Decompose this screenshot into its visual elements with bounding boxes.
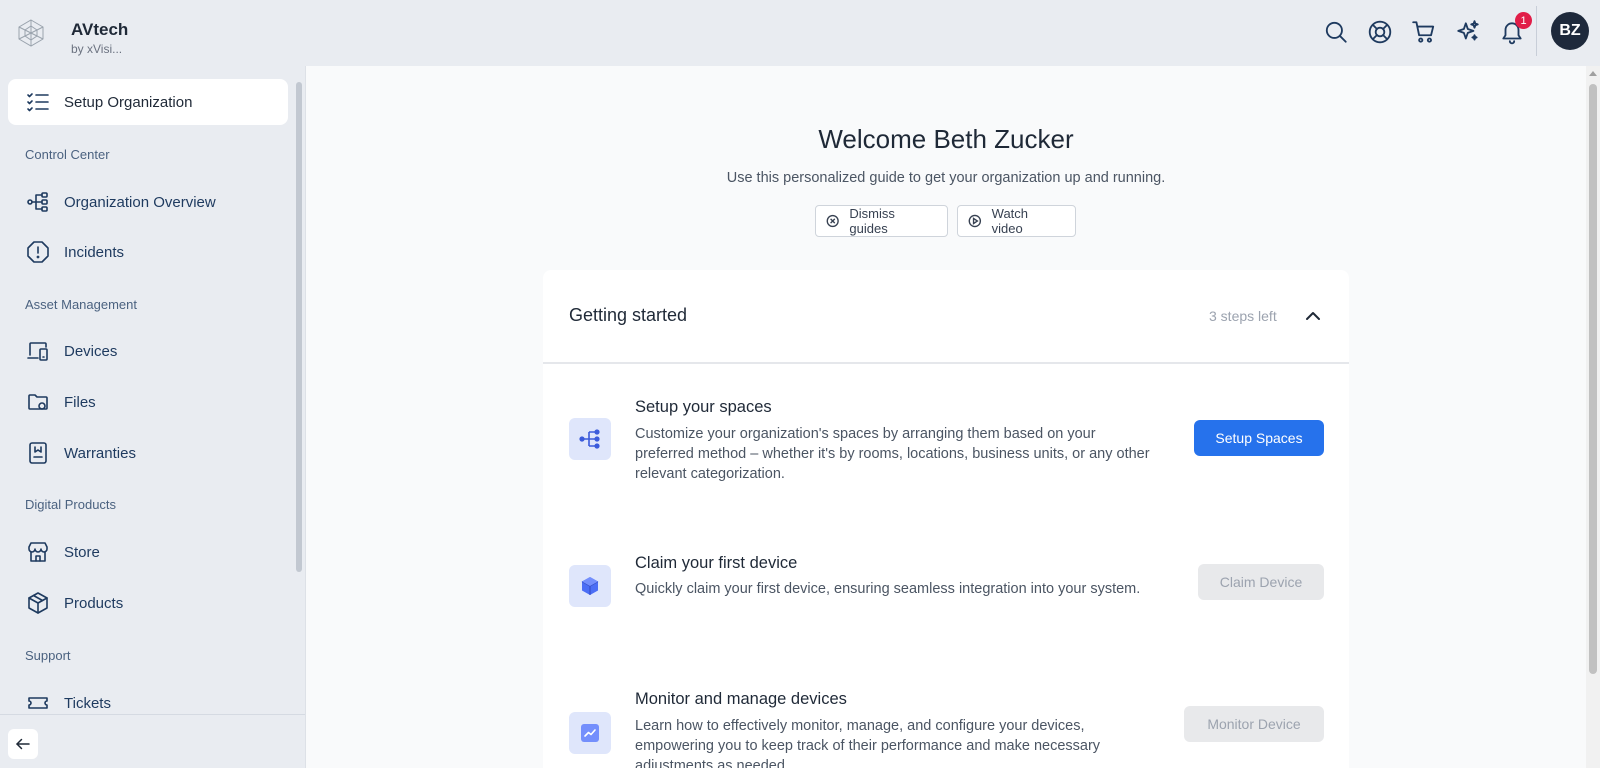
cart-icon[interactable] <box>1408 16 1440 48</box>
sidebar-item-label: Tickets <box>64 694 111 712</box>
help-lifebuoy-icon[interactable] <box>1364 16 1396 48</box>
step-title: Claim your first device <box>635 554 798 572</box>
getting-started-header[interactable]: Getting started 3 steps left <box>543 270 1349 364</box>
monitor-device-button[interactable]: Monitor Device <box>1184 706 1324 742</box>
folder-icon <box>28 394 48 410</box>
sidebar-item-store[interactable]: Store <box>8 529 288 575</box>
sidebar-section-title: Support <box>25 648 71 663</box>
chevron-up-icon[interactable] <box>1303 306 1323 326</box>
sidebar-item-products[interactable]: Products <box>8 580 288 626</box>
device-cube-icon <box>569 565 611 607</box>
watch-video-button[interactable]: Watch video <box>957 205 1076 237</box>
notification-badge: 1 <box>1515 12 1532 29</box>
sidebar-item-warranties[interactable]: Warranties <box>8 430 288 476</box>
claim-device-button[interactable]: Claim Device <box>1198 564 1324 600</box>
steps-left-count: 3 steps left <box>1209 308 1277 324</box>
store-icon <box>28 542 48 562</box>
page-title: Welcome Beth Zucker <box>818 124 1074 154</box>
sidebar-section-title: Control Center <box>25 147 110 162</box>
sidebar-item-setup-organization[interactable]: Setup Organization <box>8 79 288 125</box>
step-title: Setup your spaces <box>635 398 772 416</box>
sidebar-nav: Setup Organization Control Center Organi… <box>0 66 290 714</box>
play-circle-icon <box>968 214 982 228</box>
sidebar-item-files[interactable]: Files <box>8 379 288 425</box>
trend-chart-icon <box>569 712 611 754</box>
getting-started-card: Getting started 3 steps left Setup your … <box>543 270 1349 768</box>
step-description: Learn how to effectively monitor, manage… <box>635 718 1101 768</box>
brand[interactable]: AVtech by xVisi... <box>16 18 128 56</box>
scroll-up-arrow-icon[interactable] <box>1589 71 1597 76</box>
topbar-divider <box>1536 6 1537 56</box>
brand-name: AVtech <box>71 20 129 39</box>
brand-subtitle: by xVisi... <box>71 42 123 56</box>
sidebar-item-label: Organization Overview <box>64 193 216 211</box>
dismiss-guides-label: Dismiss guides <box>849 206 895 236</box>
sidebar-scrollbar[interactable] <box>296 82 302 572</box>
sidebar-section-title: Digital Products <box>25 497 117 512</box>
step-description: Customize your organization's spaces by … <box>635 426 1150 482</box>
checklist-icon <box>27 93 49 112</box>
ticket-icon <box>28 697 48 709</box>
close-circle-icon <box>826 214 839 228</box>
sidebar: Setup Organization Control Center Organi… <box>0 66 306 768</box>
sidebar-item-label: Incidents <box>64 243 125 261</box>
hierarchy-icon <box>27 192 48 212</box>
setup-spaces-button[interactable]: Setup Spaces <box>1194 420 1324 456</box>
sidebar-item-label: Products <box>64 594 124 612</box>
warranty-icon <box>29 442 47 464</box>
sidebar-item-organization-overview[interactable]: Organization Overview <box>8 179 288 225</box>
search-icon[interactable] <box>1320 16 1352 48</box>
sidebar-footer <box>0 714 305 768</box>
page-subtitle: Use this personalized guide to get your … <box>726 170 1166 186</box>
sidebar-item-label: Devices <box>64 342 118 360</box>
card-title: Getting started <box>569 305 688 325</box>
dismiss-guides-button[interactable]: Dismiss guides <box>815 205 948 237</box>
step-description: Quickly claim your first device, ensurin… <box>635 581 1141 597</box>
sidebar-item-label: Setup Organization <box>64 93 193 111</box>
user-avatar[interactable]: BZ <box>1551 12 1589 50</box>
main-content: Welcome Beth Zucker Use this personalize… <box>306 66 1586 768</box>
top-bar: AVtech by xVisi... 1 BZ <box>0 0 1600 66</box>
sidebar-item-label: Store <box>64 543 100 561</box>
notifications-bell-icon[interactable]: 1 <box>1496 12 1532 48</box>
sidebar-item-label: Warranties <box>64 444 136 462</box>
sidebar-section-title: Asset Management <box>25 297 138 312</box>
sidebar-item-tickets[interactable]: Tickets <box>8 680 288 714</box>
alert-shield-icon <box>27 241 49 263</box>
collapse-sidebar-button[interactable] <box>8 729 38 759</box>
main-scrollbar-thumb[interactable] <box>1589 84 1597 674</box>
arrow-left-icon <box>16 738 30 750</box>
devices-icon <box>27 342 48 361</box>
box-icon <box>28 592 48 614</box>
sidebar-item-incidents[interactable]: Incidents <box>8 229 288 275</box>
sidebar-item-devices[interactable]: Devices <box>8 328 288 374</box>
watch-video-label: Watch video <box>991 206 1029 236</box>
sparkles-ai-icon[interactable] <box>1452 16 1484 48</box>
main-scrollbar[interactable] <box>1586 66 1600 768</box>
step-title: Monitor and manage devices <box>635 690 847 708</box>
sidebar-item-label: Files <box>64 393 96 411</box>
logo-icon <box>18 19 44 47</box>
spaces-hierarchy-icon <box>569 418 611 460</box>
